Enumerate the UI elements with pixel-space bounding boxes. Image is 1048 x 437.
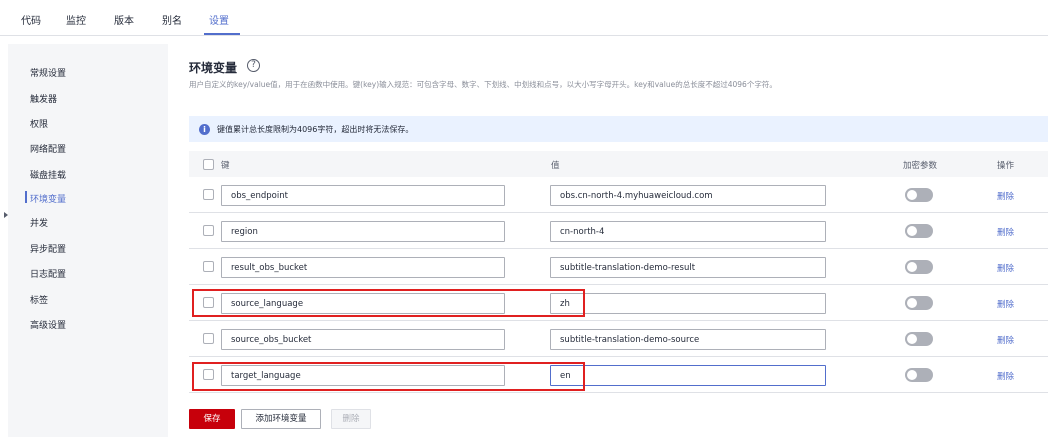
delete-row-link[interactable]: 删除 (997, 298, 1014, 310)
column-header-key: 键 (221, 161, 230, 171)
value-input[interactable] (550, 221, 826, 242)
encrypt-toggle[interactable] (905, 332, 933, 346)
delete-row-link[interactable]: 删除 (997, 262, 1014, 274)
table-row: 删除 (189, 177, 1048, 213)
key-input[interactable] (221, 329, 505, 350)
toggle-knob (907, 370, 917, 380)
sidebar-item-async[interactable]: 异步配置 (30, 242, 66, 255)
row-checkbox[interactable] (203, 261, 214, 272)
toggle-knob (907, 190, 917, 200)
column-header-encrypt: 加密参数 (903, 161, 938, 171)
key-input[interactable] (221, 257, 505, 278)
sidebar-item-network[interactable]: 网络配置 (30, 142, 66, 155)
row-checkbox[interactable] (203, 297, 214, 308)
delete-row-link[interactable]: 删除 (997, 370, 1014, 382)
sidebar-item-permissions[interactable]: 权限 (30, 117, 48, 130)
table-row: 删除 (189, 249, 1048, 285)
sidebar-item-env-vars[interactable]: 环境变量 (30, 192, 66, 205)
delete-row-link[interactable]: 删除 (997, 226, 1014, 238)
tab-aliases[interactable]: 别名 (162, 12, 182, 27)
tab-versions[interactable]: 版本 (114, 12, 134, 27)
info-text: 键值累计总长度限制为4096字符，超出时将无法保存。 (217, 125, 414, 134)
help-icon[interactable]: ? (247, 59, 260, 72)
sidebar-item-general[interactable]: 常规设置 (30, 66, 66, 79)
column-header-action: 操作 (997, 161, 1015, 171)
sidebar-item-tags[interactable]: 标签 (30, 293, 48, 306)
value-input[interactable] (550, 329, 826, 350)
info-icon: i (199, 124, 210, 135)
sidebar-item-advanced[interactable]: 高级设置 (30, 318, 66, 331)
value-input[interactable] (550, 293, 826, 314)
toggle-knob (907, 262, 917, 272)
encrypt-toggle[interactable] (905, 224, 933, 238)
delete-button[interactable]: 删除 (331, 409, 371, 429)
value-input[interactable] (550, 365, 826, 386)
tab-monitor[interactable]: 监控 (66, 12, 86, 27)
encrypt-toggle[interactable] (905, 368, 933, 382)
add-env-var-button[interactable]: 添加环境变量 (241, 409, 321, 429)
page-title: 环境变量 (189, 61, 238, 75)
toggle-knob (907, 298, 917, 308)
encrypt-toggle[interactable] (905, 296, 933, 310)
key-input[interactable] (221, 221, 505, 242)
delete-row-link[interactable]: 删除 (997, 190, 1014, 202)
value-input[interactable] (550, 185, 826, 206)
row-checkbox[interactable] (203, 225, 214, 236)
toggle-knob (907, 226, 917, 236)
row-checkbox[interactable] (203, 369, 214, 380)
key-input[interactable] (221, 365, 505, 386)
section-description: 用户自定义的key/value值，用于在函数中使用。键(key)输入规范：可包含… (189, 80, 777, 89)
settings-sidebar: 常规设置 触发器 权限 网络配置 磁盘挂载 环境变量 并发 异步配置 日志配置 … (8, 44, 168, 437)
table-row: 删除 (189, 357, 1048, 393)
value-input[interactable] (550, 257, 826, 278)
delete-row-link[interactable]: 删除 (997, 334, 1014, 346)
info-banner: i 键值累计总长度限制为4096字符，超出时将无法保存。 (189, 116, 1048, 142)
key-input[interactable] (221, 185, 505, 206)
sidebar-item-triggers[interactable]: 触发器 (30, 92, 57, 105)
save-button[interactable]: 保存 (189, 409, 235, 429)
active-sidebar-indicator (25, 191, 27, 203)
table-row: 删除 (189, 213, 1048, 249)
encrypt-toggle[interactable] (905, 188, 933, 202)
top-tab-bar: 代码 监控 版本 别名 设置 (0, 0, 1048, 36)
key-input[interactable] (221, 293, 505, 314)
select-all-checkbox[interactable] (203, 159, 214, 170)
encrypt-toggle[interactable] (905, 260, 933, 274)
tab-code[interactable]: 代码 (21, 12, 41, 27)
table-header: 键 值 加密参数 操作 (189, 151, 1048, 177)
row-checkbox[interactable] (203, 333, 214, 344)
row-checkbox[interactable] (203, 189, 214, 200)
toggle-knob (907, 334, 917, 344)
sidebar-item-concurrency[interactable]: 并发 (30, 216, 48, 229)
tab-settings[interactable]: 设置 (209, 12, 229, 27)
sidebar-item-disk-mount[interactable]: 磁盘挂载 (30, 168, 66, 181)
table-row: 删除 (189, 321, 1048, 357)
column-header-value: 值 (551, 161, 560, 171)
sidebar-item-logs[interactable]: 日志配置 (30, 267, 66, 280)
table-row: 删除 (189, 285, 1048, 321)
active-tab-indicator (204, 33, 240, 35)
